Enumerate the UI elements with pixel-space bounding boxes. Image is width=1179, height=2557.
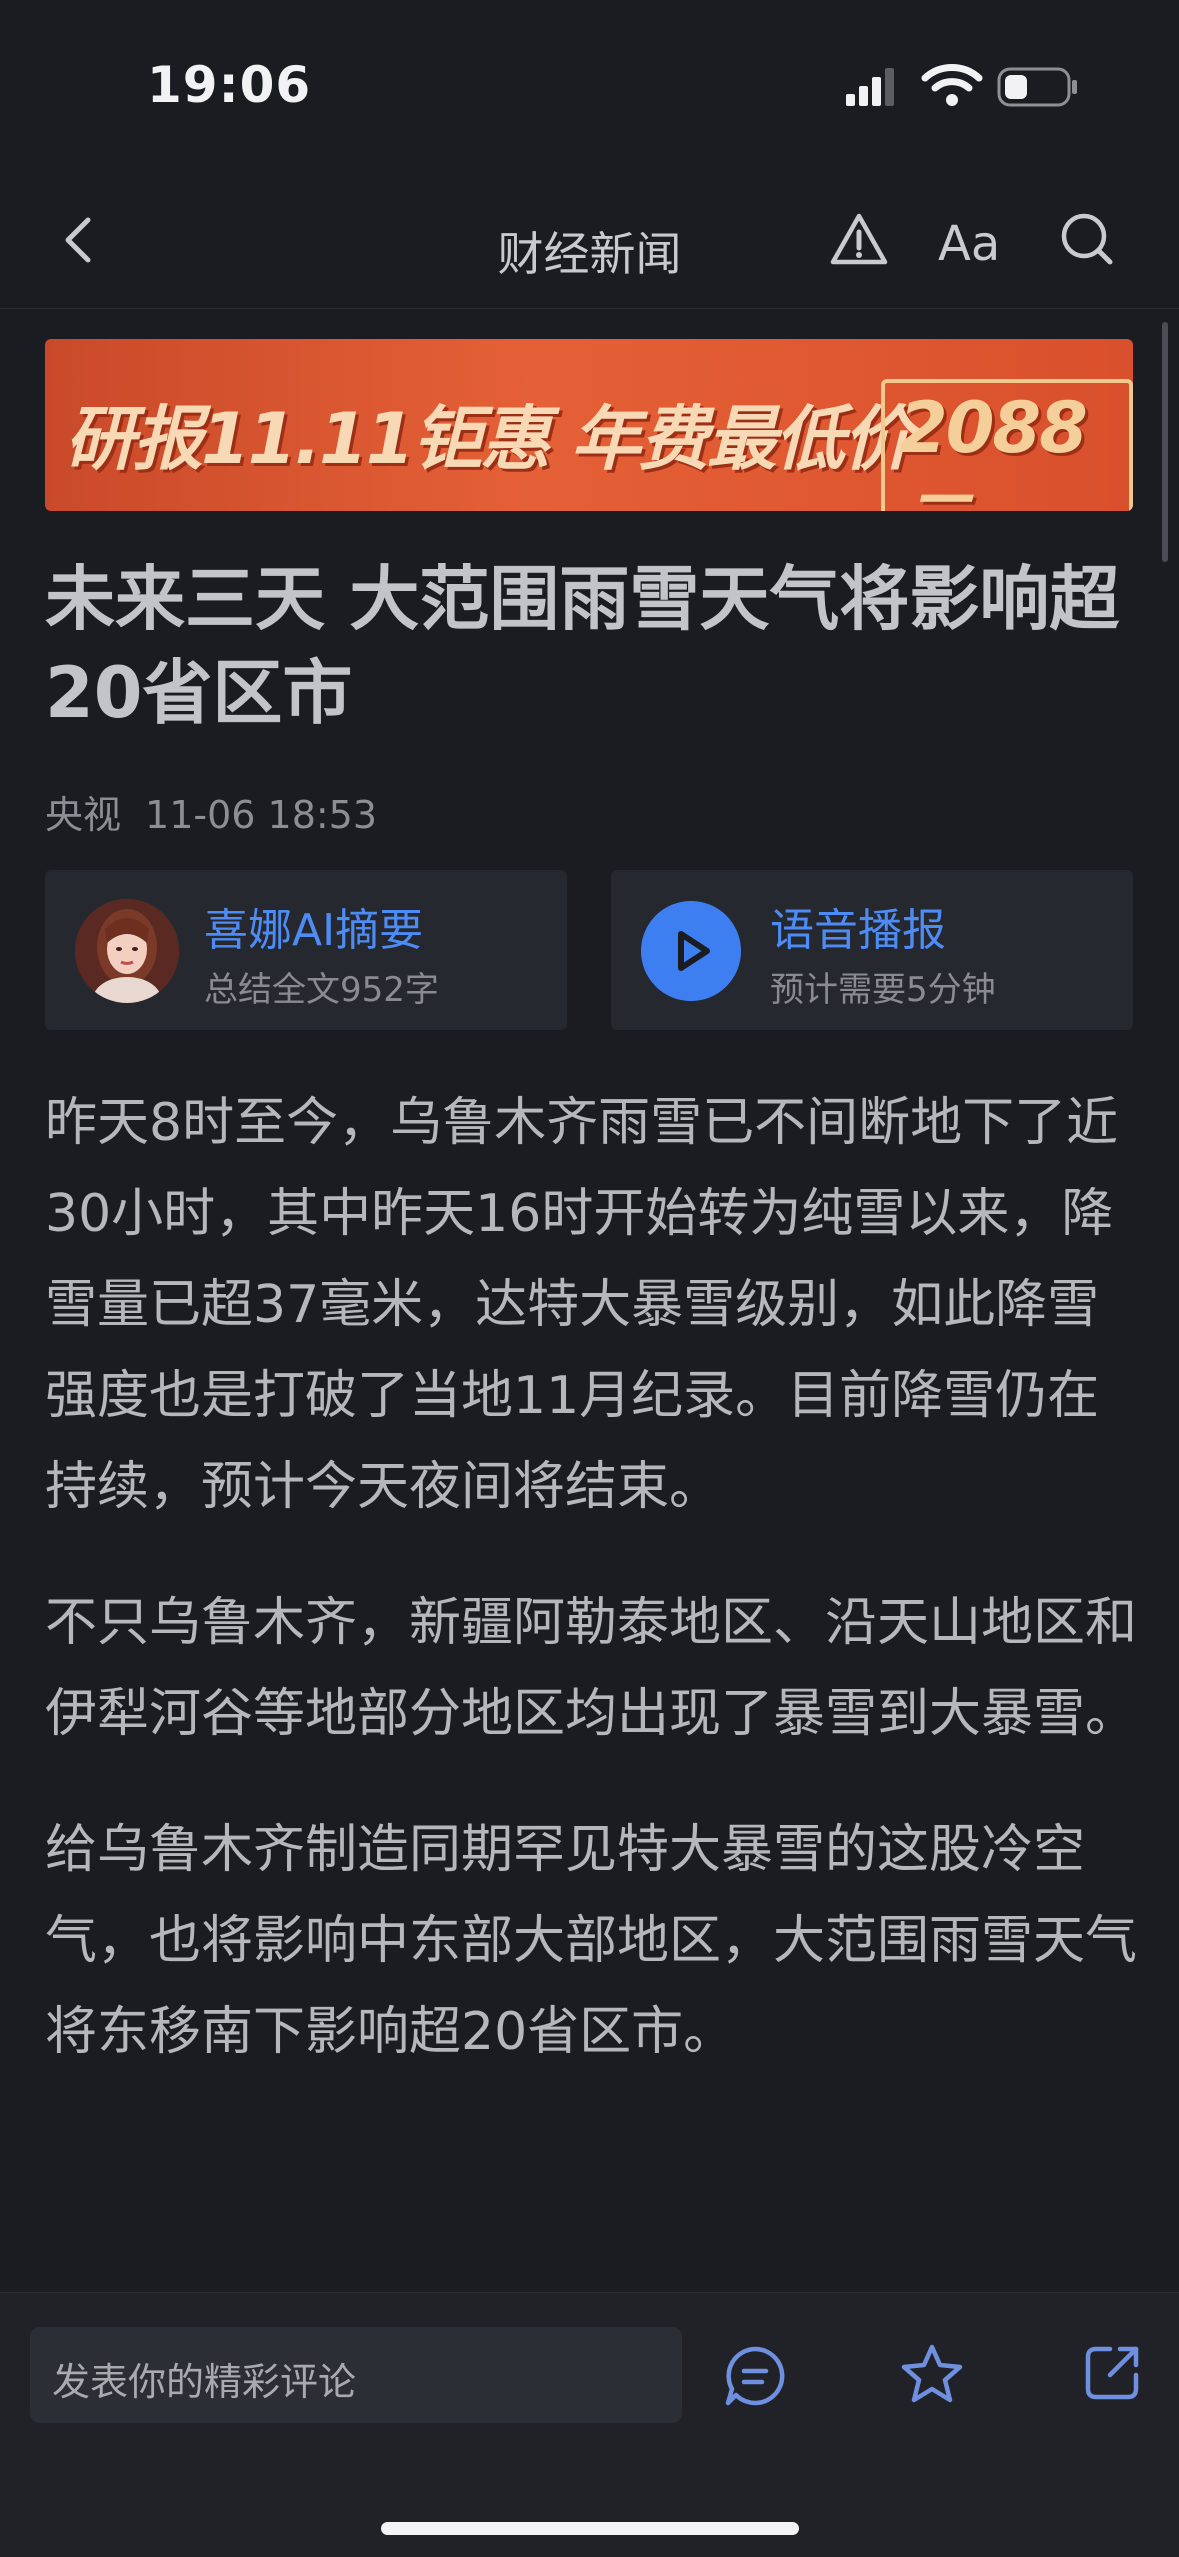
cellular-signal-icon bbox=[846, 68, 894, 106]
comment-input[interactable]: 发表你的精彩评论 bbox=[30, 2327, 682, 2423]
nav-bar: 财经新闻 Aa bbox=[0, 190, 1179, 309]
play-icon[interactable] bbox=[641, 901, 741, 1001]
bottom-bar: 发表你的精彩评论 bbox=[0, 2292, 1179, 2557]
article-paragraph: 不只乌鲁木齐，新疆阿勒泰地区、沿天山地区和伊犁河谷等地部分地区均出现了暴雪到大暴… bbox=[45, 1593, 1138, 1744]
ai-summary-title: 喜娜AI摘要 bbox=[204, 905, 424, 956]
audio-broadcast-card[interactable]: 语音播报 预计需要5分钟 bbox=[611, 870, 1133, 1030]
ad-price: 2088元 bbox=[881, 379, 1133, 511]
status-time: 19:06 bbox=[147, 56, 312, 114]
audio-subtitle: 预计需要5分钟 bbox=[770, 970, 996, 1010]
article-meta: 央视 11-06 18:53 bbox=[45, 784, 377, 839]
warning-triangle-icon[interactable] bbox=[828, 208, 890, 270]
ad-text: 研报11.11钜惠 年费最低价 bbox=[65, 398, 913, 480]
home-indicator bbox=[381, 2522, 799, 2535]
status-bar: 19:06 bbox=[0, 0, 1179, 170]
share-icon[interactable] bbox=[1080, 2341, 1144, 2405]
article-paragraph: 给乌鲁木齐制造同期罕见特大暴雪的这股冷空气，也将影响中东部大部地区，大范围雨雪天… bbox=[45, 1820, 1138, 2062]
wifi-icon bbox=[921, 64, 983, 106]
scrollbar[interactable] bbox=[1162, 322, 1168, 562]
font-size-button[interactable]: Aa bbox=[938, 216, 1000, 272]
article-paragraph: 昨天8时至今，乌鲁木齐雨雪已不间断地下了近30小时，其中昨天16时开始转为纯雪以… bbox=[45, 1093, 1119, 1517]
comment-placeholder: 发表你的精彩评论 bbox=[52, 2360, 357, 2404]
audio-title: 语音播报 bbox=[770, 905, 946, 956]
article-title: 未来三天 大范围雨雪天气将影响超20省区市 bbox=[45, 558, 1120, 734]
avatar bbox=[75, 899, 179, 1003]
article-date: 11-06 18:53 bbox=[145, 793, 378, 837]
ad-banner[interactable]: 研报11.11钜惠 年费最低价 2088元 bbox=[45, 339, 1133, 511]
page-title: 财经新闻 bbox=[497, 227, 682, 281]
comments-icon[interactable] bbox=[722, 2343, 788, 2409]
battery-icon bbox=[997, 67, 1077, 107]
star-icon[interactable] bbox=[898, 2341, 966, 2409]
article-source: 央视 bbox=[45, 793, 122, 837]
search-icon[interactable] bbox=[1058, 210, 1116, 268]
article-body: 昨天8时至今，乌鲁木齐雨雪已不间断地下了近30小时，其中昨天16时开始转为纯雪以… bbox=[45, 1078, 1140, 2123]
ai-summary-subtitle: 总结全文952字 bbox=[204, 970, 439, 1010]
ai-summary-card[interactable]: 喜娜AI摘要 总结全文952字 bbox=[45, 870, 567, 1030]
